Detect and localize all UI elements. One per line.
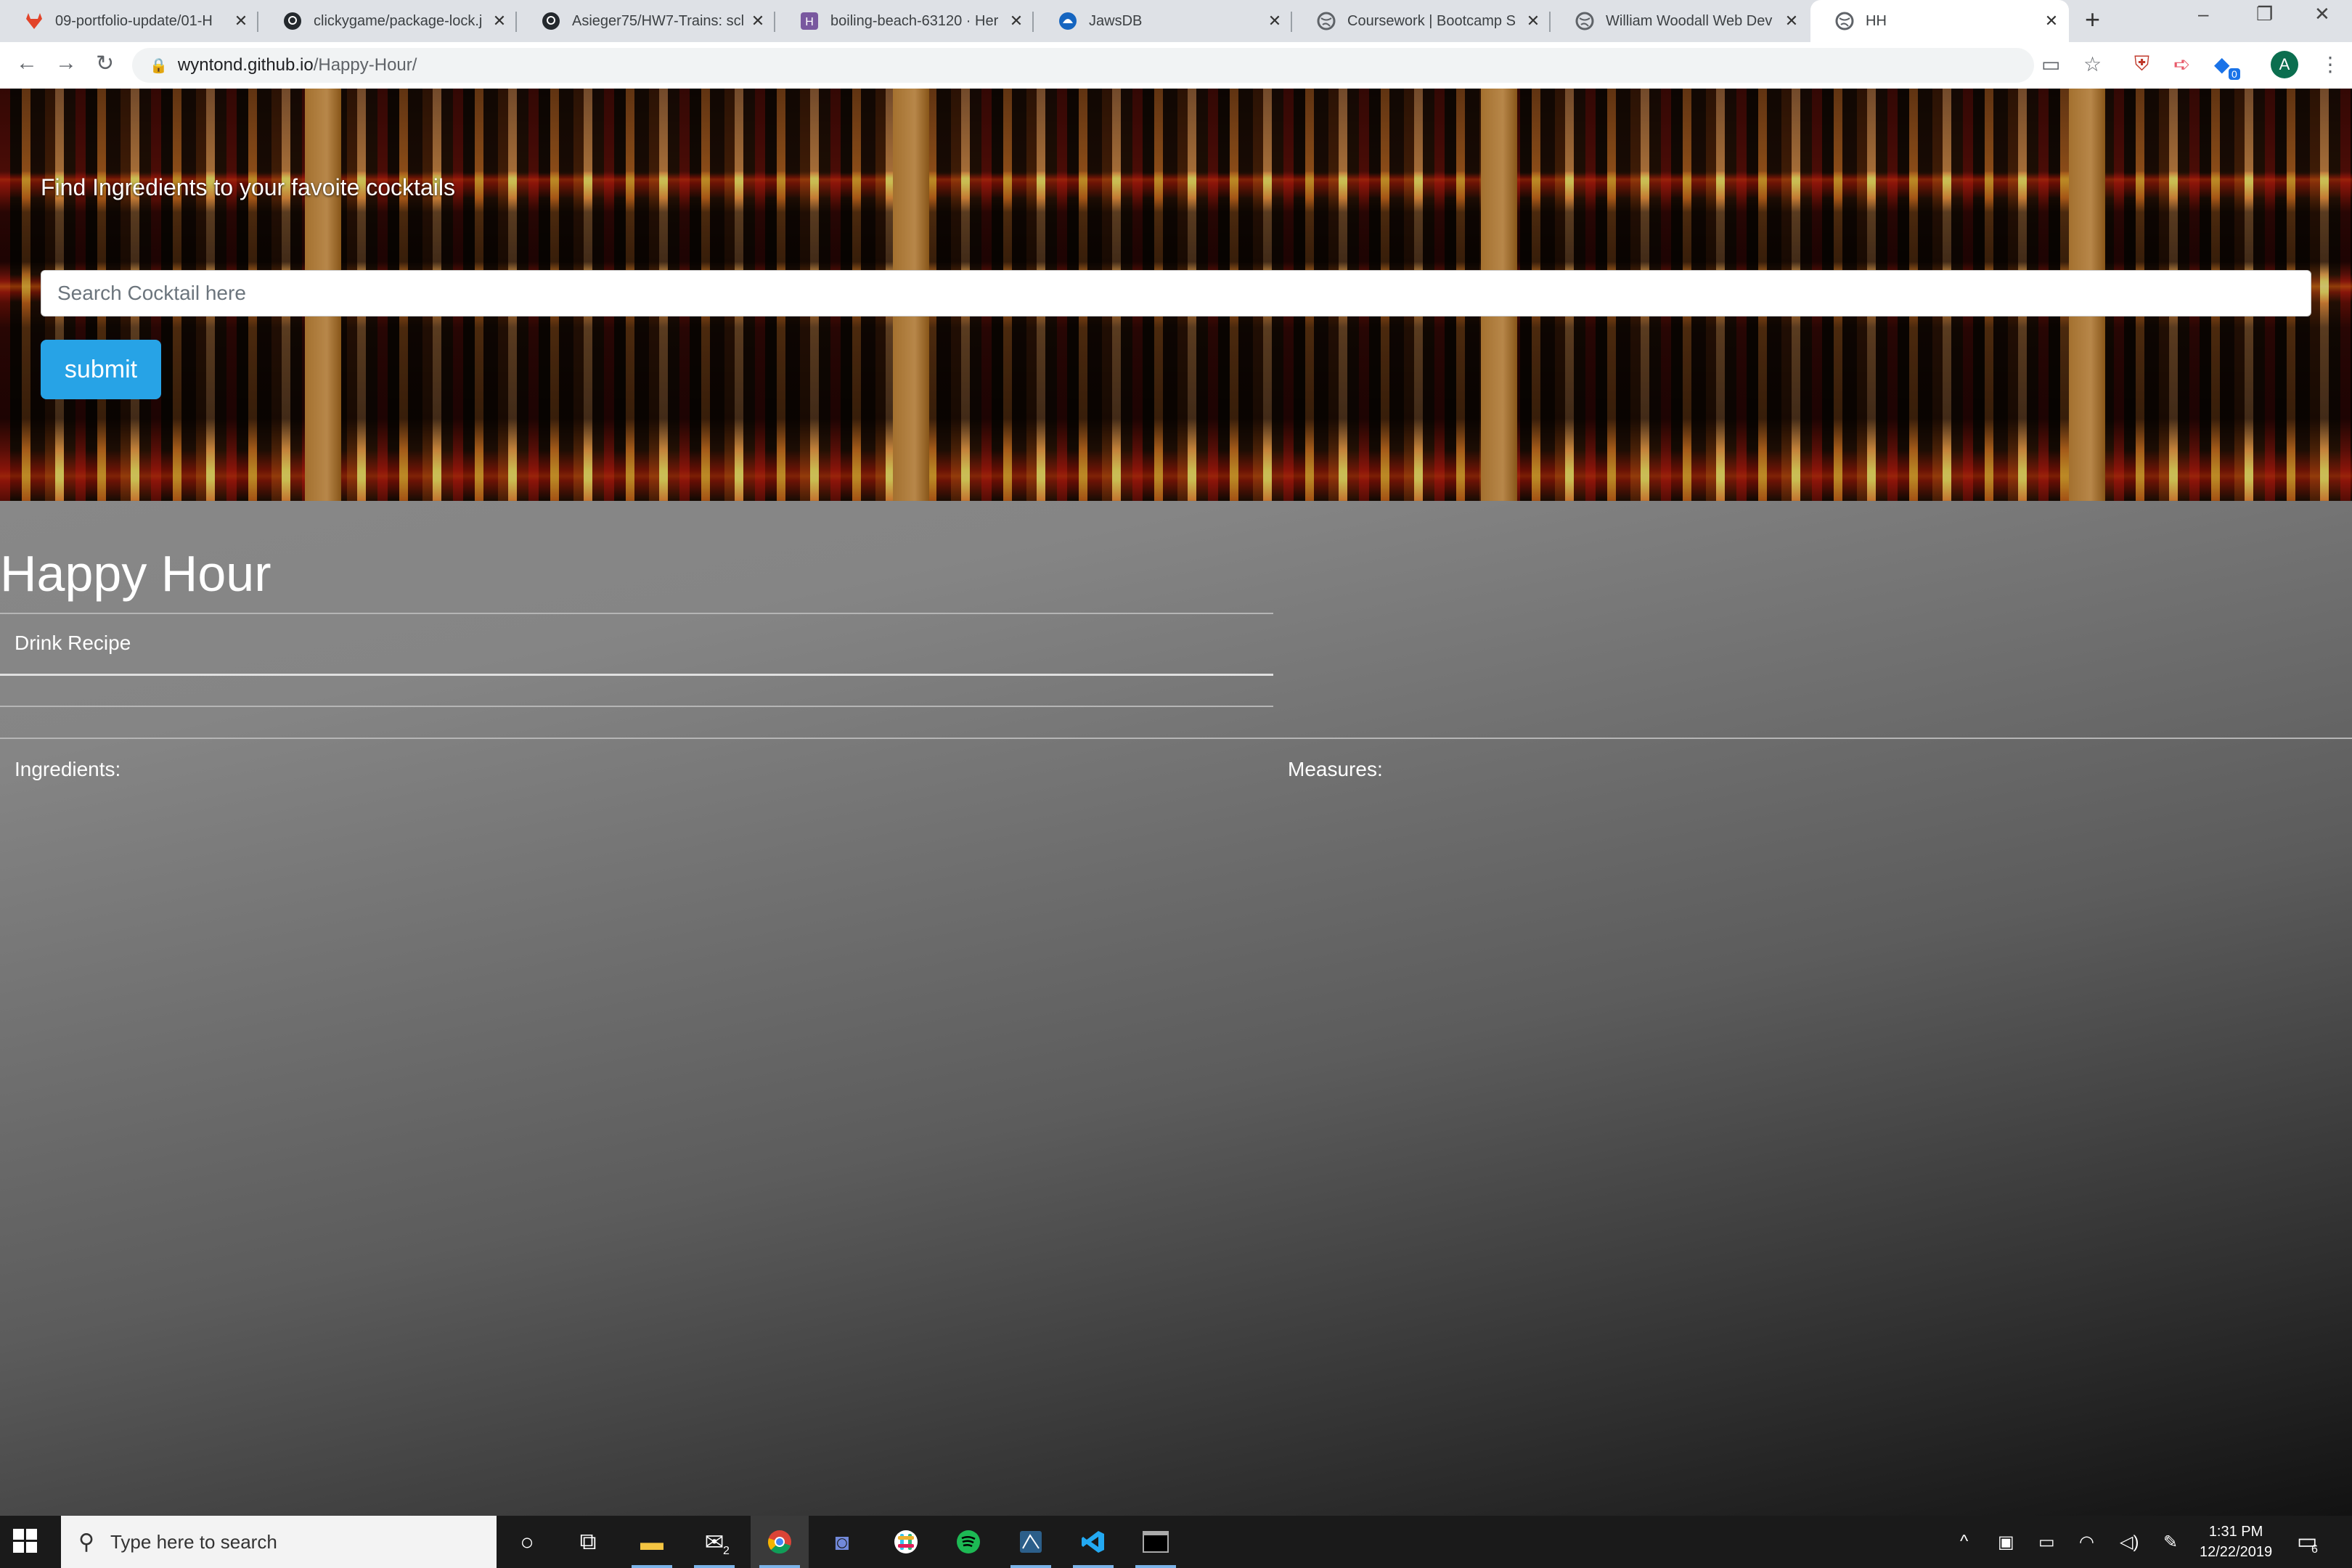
divider	[0, 613, 1273, 614]
tray-display-icon[interactable]: ▣	[1998, 1532, 2014, 1553]
tab-title: 09-portfolio-update/01-H	[55, 12, 213, 29]
globe-icon	[1317, 12, 1336, 30]
ingredients-label: Ingredients:	[15, 758, 121, 780]
tab-title: boiling-beach-63120 · Her	[830, 12, 999, 29]
slack-icon[interactable]	[877, 1516, 935, 1568]
tab-portfolio[interactable]: 09-portfolio-update/01-H ✕	[0, 0, 258, 42]
close-icon[interactable]: ✕	[746, 12, 769, 30]
extension-arrow-icon[interactable]: ➪	[2173, 52, 2190, 76]
mail-badge: 2	[723, 1545, 730, 1557]
measures-label: Measures:	[1288, 758, 1383, 780]
tab-coursework[interactable]: Coursework | Bootcamp S ✕	[1292, 0, 1551, 42]
mysql-workbench-icon[interactable]	[1002, 1516, 1060, 1568]
volume-icon[interactable]: ◁)	[2120, 1532, 2139, 1553]
url-text[interactable]: wyntond.github.io/Happy-Hour/	[178, 55, 417, 75]
chrome-icon[interactable]	[751, 1516, 809, 1568]
submit-button[interactable]: submit	[41, 340, 161, 399]
reload-icon[interactable]: ↻	[96, 51, 114, 76]
tab-title: Asieger75/HW7-Trains: scl	[572, 12, 745, 29]
globe-icon	[1835, 12, 1854, 30]
window-close-icon[interactable]: ✕	[2314, 3, 2330, 25]
divider	[0, 738, 2352, 739]
page-title: Happy Hour	[0, 545, 271, 602]
heroku-icon: H	[800, 12, 819, 30]
divider	[0, 706, 1273, 707]
menu-kebab-icon[interactable]: ⋮	[2320, 52, 2340, 76]
close-icon[interactable]: ✕	[229, 12, 253, 30]
tab-heroku[interactable]: H boiling-beach-63120 · Her ✕	[775, 0, 1034, 42]
clock-date: 12/22/2019	[2200, 1544, 2273, 1560]
windows-taskbar: ⚲ Type here to search ○ ⧉ ▬ ✉ 2 ◙ ^ ▣ ▭ …	[0, 1516, 2352, 1568]
close-icon[interactable]: ✕	[1522, 12, 1545, 30]
page-content: Find Ingredients to your favoite cocktai…	[0, 89, 2352, 1516]
terminal-icon[interactable]	[1127, 1516, 1185, 1568]
close-icon[interactable]: ✕	[1780, 12, 1803, 30]
lock-icon: 🔒	[150, 57, 168, 74]
url-path: /Happy-Hour/	[313, 55, 417, 75]
tab-jawsdb[interactable]: JawsDB ✕	[1034, 0, 1292, 42]
back-icon[interactable]: ←	[16, 51, 38, 75]
wifi-icon[interactable]: ◠	[2079, 1532, 2094, 1553]
github-icon	[542, 12, 560, 30]
tab-title: Coursework | Bootcamp S	[1347, 12, 1516, 29]
close-icon[interactable]: ✕	[1263, 12, 1286, 30]
drink-recipe-label: Drink Recipe	[15, 632, 131, 654]
extension-icon[interactable]: ◆	[2214, 52, 2230, 76]
hero-title: Find Ingredients to your favoite cocktai…	[41, 174, 455, 200]
taskbar-search-placeholder: Type here to search	[110, 1530, 277, 1553]
pen-icon[interactable]: ✎	[2163, 1532, 2178, 1553]
forward-icon[interactable]: →	[55, 51, 77, 75]
taskbar-search-box[interactable]: ⚲ Type here to search	[61, 1516, 497, 1568]
cast-icon[interactable]: ▭	[2041, 52, 2060, 76]
search-icon: ⚲	[78, 1530, 94, 1554]
jawsdb-icon	[1058, 12, 1077, 30]
new-tab-button[interactable]: +	[2085, 4, 2100, 35]
tab-hw7-trains[interactable]: Asieger75/HW7-Trains: scl ✕	[517, 0, 775, 42]
spotify-icon[interactable]	[939, 1516, 997, 1568]
restore-icon[interactable]: ❐	[2256, 3, 2273, 25]
taskbar-clock[interactable]: 1:31 PM 12/22/2019	[2200, 1522, 2272, 1562]
bookmark-star-icon[interactable]: ☆	[2083, 52, 2102, 76]
tab-hh[interactable]: HH ✕	[1810, 0, 2069, 42]
hero-banner: Find Ingredients to your favoite cocktai…	[0, 89, 2352, 501]
address-bar[interactable]: 🔒 wyntond.github.io/Happy-Hour/	[132, 48, 2034, 83]
svg-text:H: H	[805, 16, 814, 28]
tab-title: William Woodall Web Dev	[1606, 12, 1773, 29]
gitlab-icon	[25, 12, 44, 30]
extension-badge: 0	[2229, 68, 2240, 80]
mail-icon[interactable]: ✉	[685, 1516, 743, 1568]
cocktail-search-input[interactable]	[41, 270, 2311, 317]
tab-william-woodall[interactable]: William Woodall Web Dev ✕	[1551, 0, 1809, 42]
minimize-icon[interactable]: –	[2198, 3, 2208, 25]
battery-icon[interactable]: ▭	[2038, 1532, 2055, 1553]
tab-title: clickygame/package-lock.j	[314, 12, 483, 29]
task-view-icon[interactable]: ⧉	[559, 1516, 617, 1568]
discord-icon[interactable]: ◙	[813, 1516, 871, 1568]
browser-toolbar: ← → ↻ 🔒 wyntond.github.io/Happy-Hour/ ▭ …	[0, 42, 2352, 89]
divider	[0, 674, 1273, 676]
ublock-icon[interactable]: ⛨	[2134, 52, 2149, 76]
tray-chevron-icon[interactable]: ^	[1960, 1532, 1968, 1552]
clock-time: 1:31 PM	[2208, 1524, 2263, 1540]
globe-icon	[1575, 12, 1594, 30]
close-icon[interactable]: ✕	[488, 12, 511, 30]
tab-title: JawsDB	[1089, 12, 1143, 29]
notification-count: 6	[2311, 1543, 2318, 1556]
vscode-icon[interactable]	[1064, 1516, 1122, 1568]
close-icon[interactable]: ✕	[2040, 12, 2063, 30]
url-host: wyntond.github.io	[177, 55, 314, 75]
close-icon[interactable]: ✕	[1005, 12, 1028, 30]
github-icon	[283, 12, 302, 30]
windows-start-icon[interactable]	[13, 1529, 38, 1553]
file-explorer-icon[interactable]: ▬	[623, 1516, 681, 1568]
tab-title: HH	[1866, 12, 1887, 29]
tab-strip: 09-portfolio-update/01-H ✕ clickygame/pa…	[0, 0, 2352, 42]
tab-clickygame[interactable]: clickygame/package-lock.j ✕	[258, 0, 517, 42]
cortana-icon[interactable]: ○	[498, 1516, 556, 1568]
profile-avatar[interactable]: A	[2271, 51, 2298, 78]
